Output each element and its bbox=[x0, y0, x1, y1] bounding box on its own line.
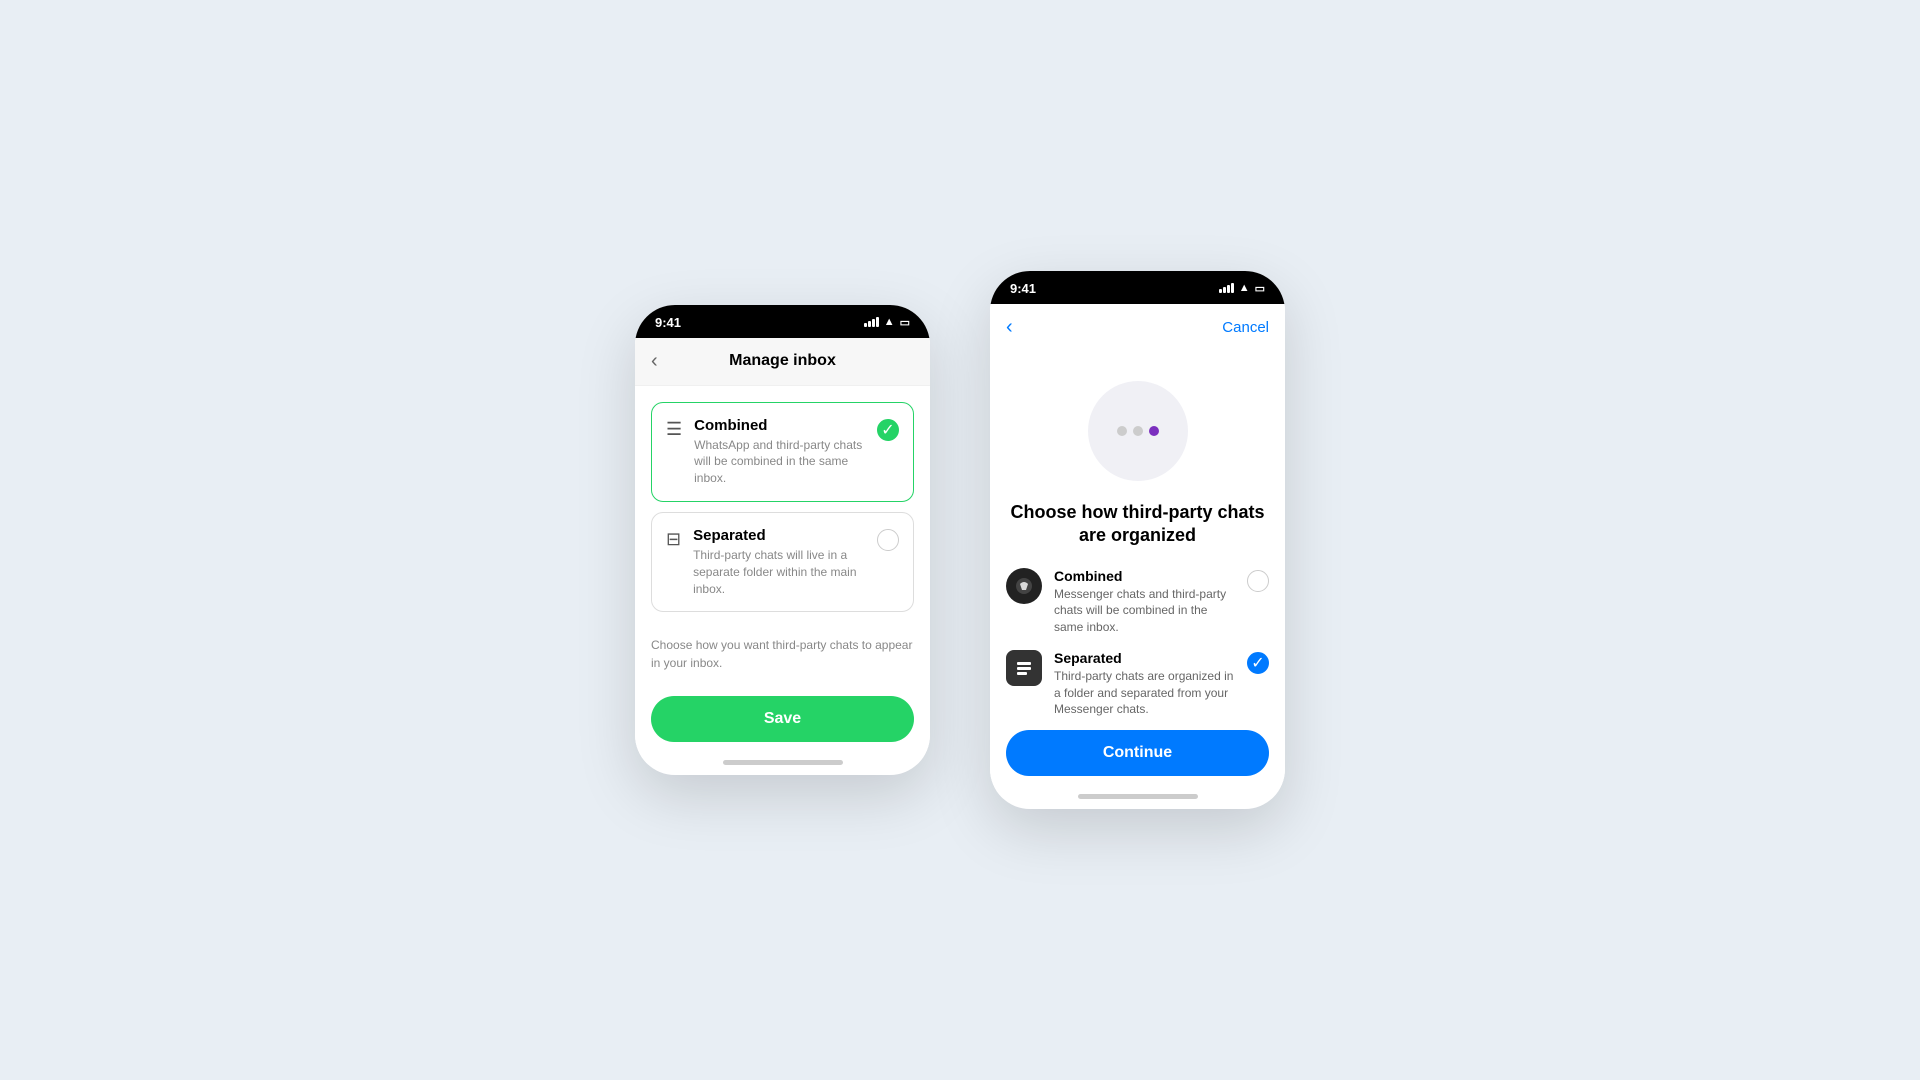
messenger-combined-icon bbox=[1006, 568, 1042, 604]
save-button[interactable]: Save bbox=[651, 696, 914, 742]
messenger-separated-option[interactable]: Separated Third-party chats are organize… bbox=[1006, 650, 1269, 718]
back-button-1[interactable]: ‹ bbox=[651, 350, 658, 373]
messenger-separated-desc: Third-party chats are organized in a fol… bbox=[1054, 668, 1235, 718]
status-icons-1: ▲ ▭ bbox=[864, 316, 910, 329]
separated-check bbox=[877, 529, 899, 551]
separated-option-card[interactable]: ⊟ Separated Third-party chats will live … bbox=[651, 512, 914, 612]
separated-option-text: Separated Third-party chats will live in… bbox=[693, 527, 865, 597]
status-bar-1: 9:41 ▲ ▭ bbox=[635, 305, 930, 338]
messenger-combined-title: Combined bbox=[1054, 568, 1235, 584]
dot-2 bbox=[1133, 426, 1143, 436]
choose-title: Choose how third-party chats are organiz… bbox=[990, 501, 1285, 568]
messenger-separated-icon bbox=[1006, 650, 1042, 686]
combined-check: ✓ bbox=[877, 419, 899, 441]
continue-button[interactable]: Continue bbox=[1006, 730, 1269, 776]
dot-3 bbox=[1149, 426, 1159, 436]
chat-bubble bbox=[1088, 381, 1188, 481]
wifi-icon-1: ▲ bbox=[884, 316, 895, 328]
messenger-separated-text: Separated Third-party chats are organize… bbox=[1054, 650, 1235, 718]
dot-1 bbox=[1117, 426, 1127, 436]
back-button-2[interactable]: ‹ bbox=[1006, 316, 1013, 339]
status-icons-2: ▲ ▭ bbox=[1219, 282, 1265, 295]
battery-icon-2: ▭ bbox=[1255, 282, 1265, 295]
phone2-content: ‹ Cancel Choose how third-party chats ar… bbox=[990, 304, 1285, 800]
messenger-options: Combined Messenger chats and third-party… bbox=[990, 568, 1285, 719]
wifi-icon-2: ▲ bbox=[1239, 282, 1250, 294]
messenger-separated-title: Separated bbox=[1054, 650, 1235, 666]
home-indicator-2 bbox=[1078, 794, 1198, 799]
cancel-button[interactable]: Cancel bbox=[1222, 319, 1269, 336]
messenger-combined-desc: Messenger chats and third-party chats wi… bbox=[1054, 586, 1235, 636]
battery-icon-1: ▭ bbox=[900, 316, 910, 329]
nav-bar-2: ‹ Cancel bbox=[990, 304, 1285, 351]
separated-icon: ⊟ bbox=[666, 529, 681, 550]
page-title-1: Manage inbox bbox=[729, 352, 836, 370]
messenger-combined-radio bbox=[1247, 570, 1269, 592]
nav-bar-1: ‹ Manage inbox bbox=[635, 338, 930, 386]
separated-desc: Third-party chats will live in a separat… bbox=[693, 547, 865, 597]
options-container-1: ☰ Combined WhatsApp and third-party chat… bbox=[635, 386, 930, 629]
combined-option-card[interactable]: ☰ Combined WhatsApp and third-party chat… bbox=[651, 402, 914, 502]
separated-title: Separated bbox=[693, 527, 865, 544]
messenger-combined-option[interactable]: Combined Messenger chats and third-party… bbox=[1006, 568, 1269, 636]
combined-icon: ☰ bbox=[666, 419, 682, 440]
chat-bubble-dots bbox=[1117, 426, 1159, 436]
status-bar-2: 9:41 ▲ ▭ bbox=[990, 271, 1285, 304]
messenger-phone: 9:41 ▲ ▭ ‹ Cancel bbox=[990, 271, 1285, 810]
status-time-2: 9:41 bbox=[1010, 281, 1036, 296]
messenger-separated-radio: ✓ bbox=[1247, 652, 1269, 674]
hint-text-1: Choose how you want third-party chats to… bbox=[635, 628, 930, 688]
chat-illustration bbox=[990, 351, 1285, 501]
combined-title: Combined bbox=[694, 417, 865, 434]
messenger-combined-text: Combined Messenger chats and third-party… bbox=[1054, 568, 1235, 636]
combined-desc: WhatsApp and third-party chats will be c… bbox=[694, 437, 865, 487]
phone1-content: ‹ Manage inbox ☰ Combined WhatsApp and t… bbox=[635, 338, 930, 766]
status-time-1: 9:41 bbox=[655, 315, 681, 330]
whatsapp-phone: 9:41 ▲ ▭ ‹ Manage inbox ☰ Combined Whats… bbox=[635, 305, 930, 776]
signal-bars-1 bbox=[864, 317, 879, 327]
home-indicator-1 bbox=[723, 760, 843, 765]
signal-bars-2 bbox=[1219, 283, 1234, 293]
combined-option-text: Combined WhatsApp and third-party chats … bbox=[694, 417, 865, 487]
